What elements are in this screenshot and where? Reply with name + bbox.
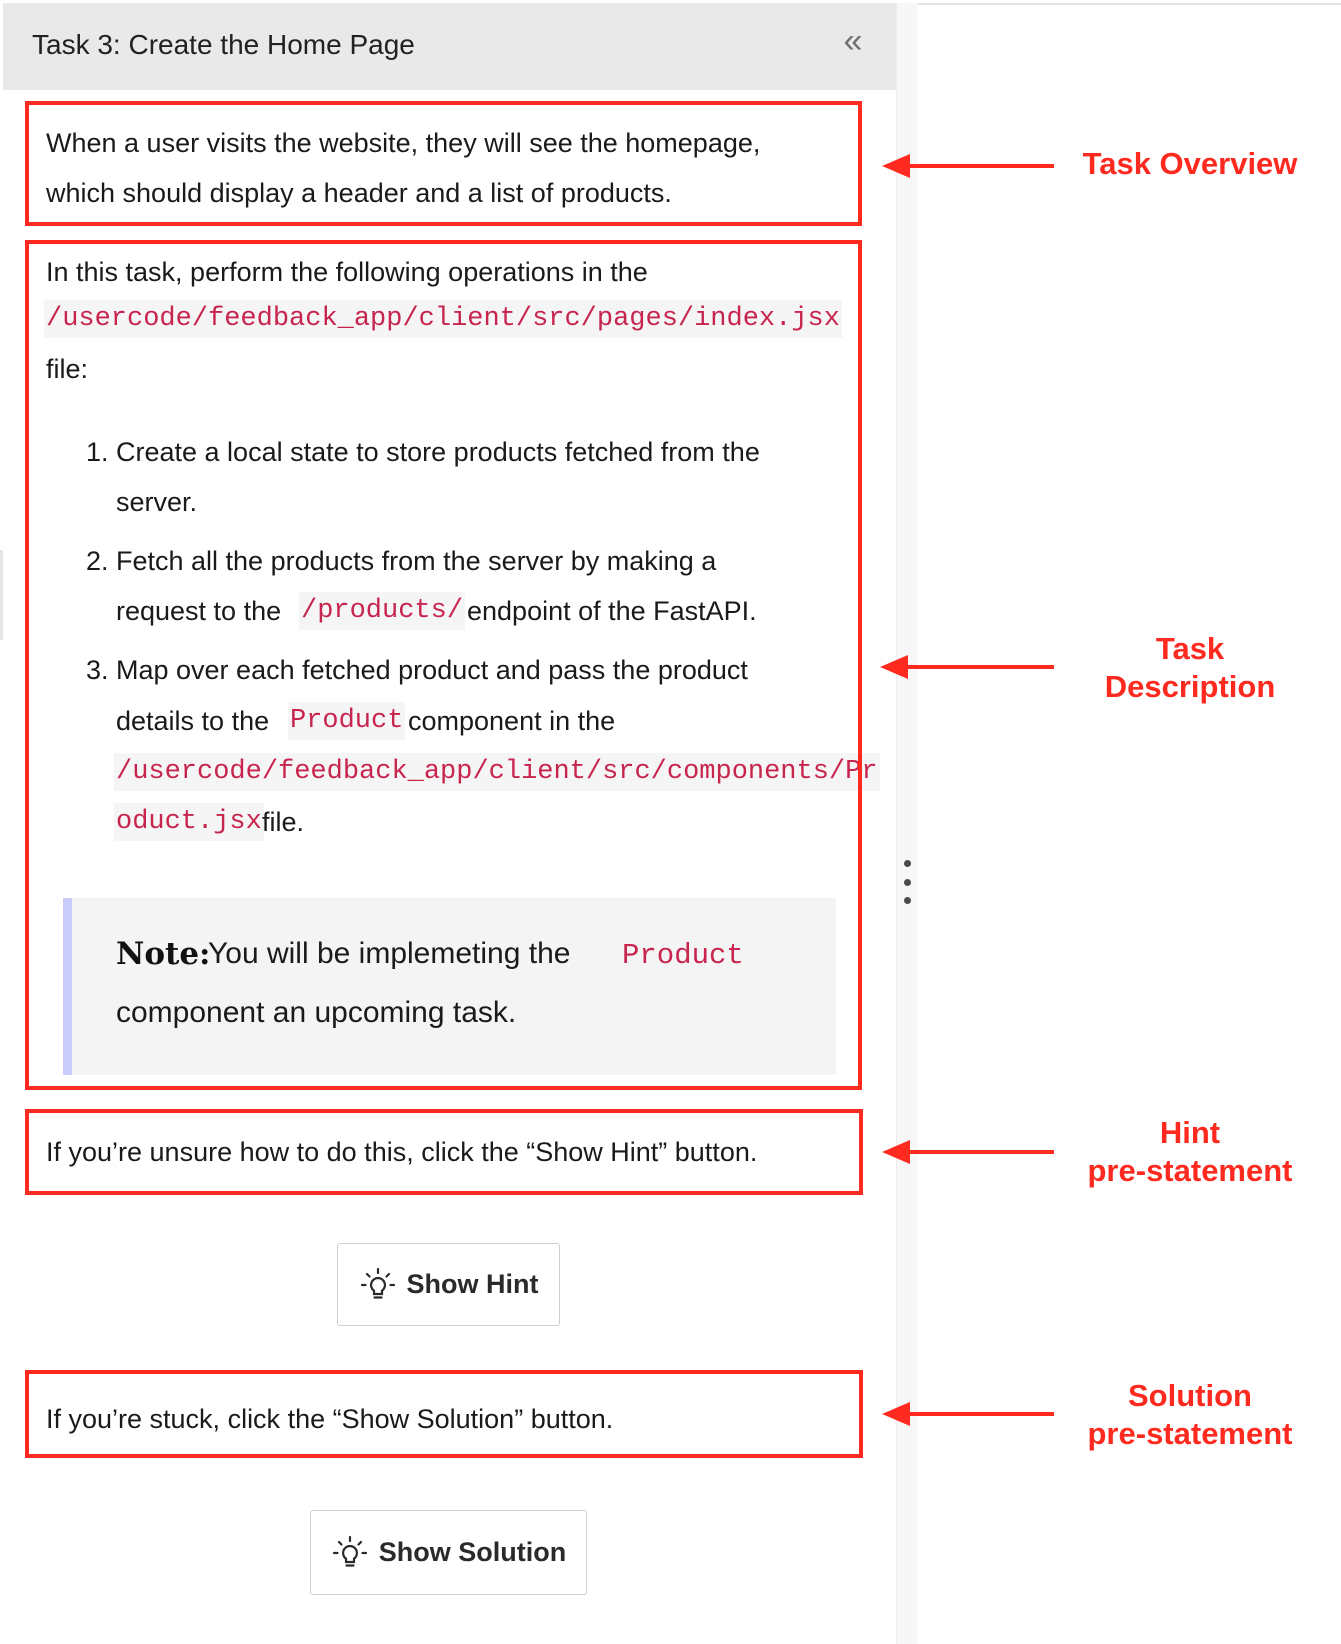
show-solution-button[interactable]: Show Solution (310, 1510, 587, 1595)
hint-annotation-line-1: Hint (1159, 1115, 1221, 1150)
solution-annotation-line-2: pre-statement (1087, 1416, 1293, 1451)
task-overview-highlight-box (25, 101, 862, 226)
top-border (910, 3, 1341, 5)
task-title: Task 3: Create the Home Page (32, 29, 415, 60)
drag-handle-icon[interactable] (902, 860, 912, 904)
show-hint-button[interactable]: Show Hint (337, 1243, 560, 1326)
hint-arrow (882, 1140, 1054, 1164)
task-description-annotation-line-1: Task (1155, 631, 1225, 666)
show-solution-label: Show Solution (378, 1537, 567, 1567)
collapse-panel-icon[interactable]: « (833, 21, 873, 61)
task-description-annotation-line-2: Description (1104, 669, 1276, 704)
solution-annotation-line-1: Solution (1128, 1378, 1252, 1413)
solution-arrow (882, 1402, 1054, 1426)
show-hint-label: Show Hint (406, 1269, 539, 1299)
task-overview-annotation: Task Overview (1082, 146, 1298, 181)
hint-annotation-line-2: pre-statement (1087, 1153, 1293, 1188)
task-description-highlight-box (25, 240, 862, 1090)
task-header: Task 3: Create the Home Page « (3, 3, 896, 90)
hint-highlight-box (25, 1109, 863, 1195)
task-overview-arrow (882, 154, 1054, 178)
lightbulb-icon (332, 1535, 367, 1567)
task-description-arrow (880, 655, 1054, 679)
lightbulb-icon (360, 1267, 395, 1299)
solution-highlight-box (25, 1370, 863, 1458)
